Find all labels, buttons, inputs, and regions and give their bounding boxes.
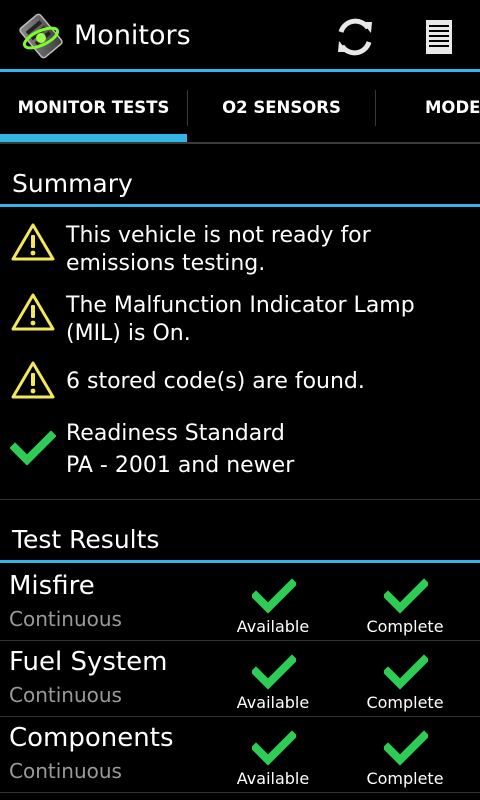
summary-item: The Malfunction Indicator Lamp (MIL) is … bbox=[0, 290, 480, 354]
test-name: Components bbox=[9, 723, 174, 753]
summary-line: 6 stored code(s) are found. bbox=[66, 369, 365, 394]
summary-heading-line bbox=[0, 204, 480, 207]
warning-icon bbox=[11, 223, 55, 261]
checkmark-icon bbox=[252, 578, 296, 614]
test-result-row-fuel-system[interactable]: Fuel System Continuous Available Complet… bbox=[0, 641, 480, 717]
checkmark-icon bbox=[252, 730, 296, 766]
checkmark-icon bbox=[10, 430, 56, 466]
test-result-row-components[interactable]: Components Continuous Available Complete bbox=[0, 717, 480, 793]
test-results-heading: Test Results bbox=[12, 525, 160, 554]
summary-line: The Malfunction Indicator Lamp bbox=[66, 293, 415, 318]
checkmark-icon bbox=[384, 654, 428, 690]
summary-item: This vehicle is not ready for emissions … bbox=[0, 220, 480, 284]
tab-o2-sensors[interactable]: O2 SENSORS bbox=[188, 72, 375, 144]
list-menu-icon[interactable] bbox=[414, 12, 464, 62]
row-divider bbox=[0, 792, 480, 793]
summary-line: This vehicle is not ready for bbox=[66, 223, 371, 248]
app-logo-icon[interactable] bbox=[16, 11, 66, 61]
section-divider bbox=[0, 499, 480, 500]
tab-selected-indicator bbox=[0, 134, 187, 142]
summary-heading: Summary bbox=[12, 169, 133, 198]
availability-label: Available bbox=[236, 693, 310, 712]
summary-line: PA - 2001 and newer bbox=[66, 453, 295, 478]
checkmark-icon bbox=[252, 654, 296, 690]
test-type: Continuous bbox=[9, 759, 122, 783]
test-type: Continuous bbox=[9, 683, 122, 707]
summary-line: Readiness Standard bbox=[66, 421, 285, 446]
action-bar: Monitors bbox=[0, 0, 480, 70]
summary-text: Readiness Standard PA - 2001 and newer bbox=[66, 418, 466, 482]
availability-status: Available bbox=[218, 571, 328, 641]
refresh-icon[interactable] bbox=[330, 12, 380, 62]
summary-item: 6 stored code(s) are found. bbox=[0, 360, 480, 404]
availability-label: Available bbox=[236, 617, 310, 636]
summary-line: (MIL) is On. bbox=[66, 321, 191, 346]
test-results-heading-line bbox=[0, 560, 480, 563]
summary-text: 6 stored code(s) are found. bbox=[66, 368, 466, 396]
warning-icon bbox=[11, 361, 55, 399]
page-title: Monitors bbox=[74, 20, 191, 51]
completion-status: Complete bbox=[350, 647, 460, 717]
tab-bar-bottom-line bbox=[0, 142, 480, 144]
availability-status: Available bbox=[218, 647, 328, 717]
availability-label: Available bbox=[236, 769, 310, 788]
completion-label: Complete bbox=[366, 617, 444, 636]
test-name: Fuel System bbox=[9, 647, 168, 677]
completion-label: Complete bbox=[366, 769, 444, 788]
completion-status: Complete bbox=[350, 723, 460, 793]
checkmark-icon bbox=[384, 730, 428, 766]
test-type: Continuous bbox=[9, 607, 122, 631]
warning-icon bbox=[11, 293, 55, 331]
completion-status: Complete bbox=[350, 571, 460, 641]
checkmark-icon bbox=[384, 578, 428, 614]
summary-text: The Malfunction Indicator Lamp (MIL) is … bbox=[66, 292, 466, 348]
completion-label: Complete bbox=[366, 693, 444, 712]
tab-mode[interactable]: MODE bbox=[376, 72, 480, 144]
summary-line: emissions testing. bbox=[66, 251, 266, 276]
test-name: Misfire bbox=[9, 571, 95, 601]
test-result-row-misfire[interactable]: Misfire Continuous Available Complete bbox=[0, 565, 480, 641]
summary-item: Readiness Standard PA - 2001 and newer bbox=[0, 418, 480, 488]
availability-status: Available bbox=[218, 723, 328, 793]
summary-text: This vehicle is not ready for emissions … bbox=[66, 222, 466, 278]
tab-bar: MONITOR TESTS O2 SENSORS MODE bbox=[0, 72, 480, 144]
